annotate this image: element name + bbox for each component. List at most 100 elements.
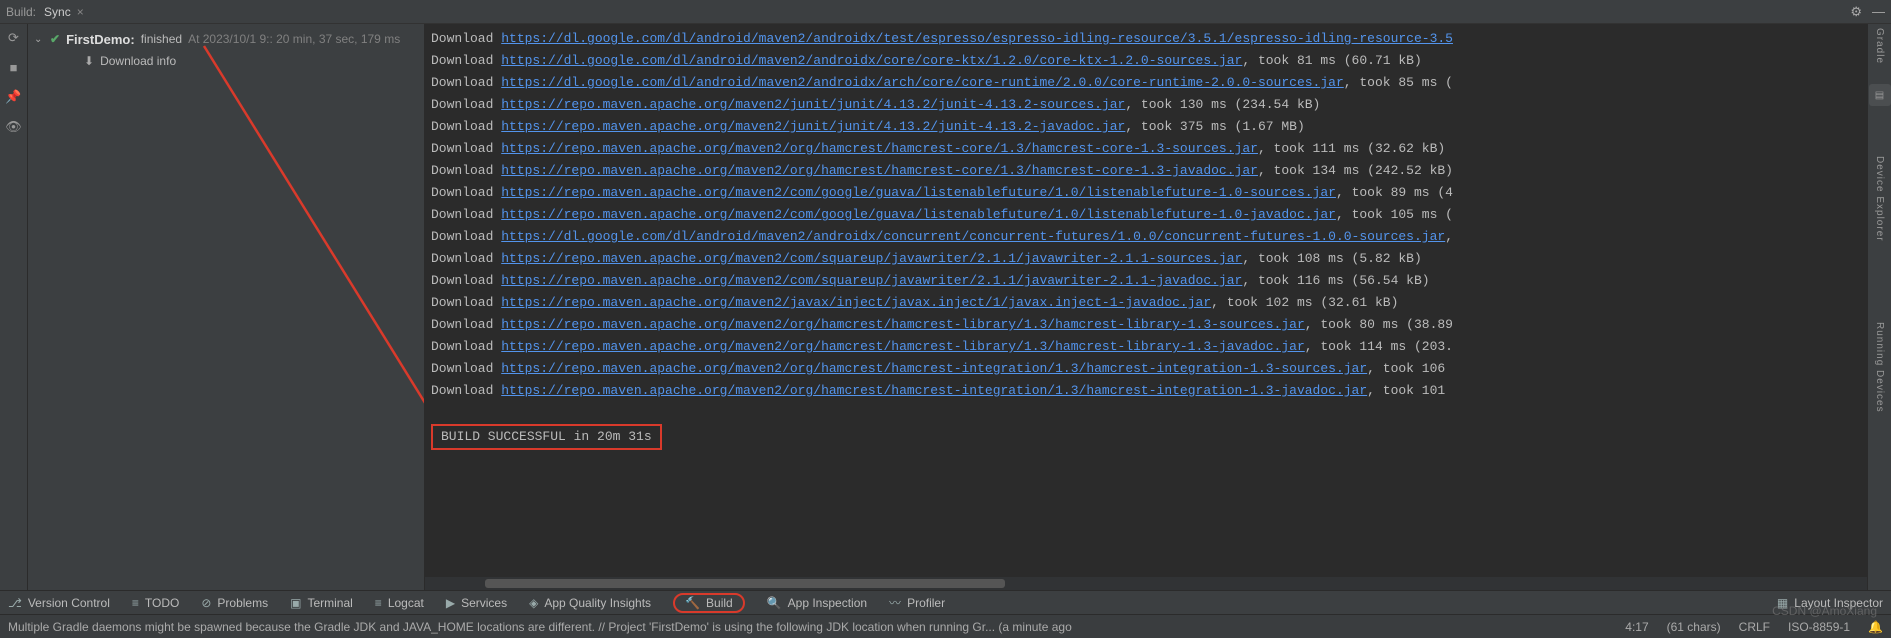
- profiler-tool[interactable]: 〰Profiler: [889, 594, 945, 611]
- close-icon[interactable]: ×: [77, 5, 84, 19]
- right-gutter-selected-icon[interactable]: ▤: [1869, 84, 1891, 106]
- status-bar: Multiple Gradle daemons might be spawned…: [0, 614, 1891, 638]
- logcat-tool[interactable]: ≡ Logcat: [375, 596, 424, 610]
- console-line: Download https://dl.google.com/dl/androi…: [431, 50, 1861, 72]
- services-label: Services: [461, 596, 507, 610]
- download-suffix: , took 134 ms (242.52 kB): [1258, 163, 1453, 178]
- download-suffix: , took 106: [1367, 361, 1445, 376]
- layout-inspector-tool[interactable]: ▦Layout Inspector: [1777, 596, 1883, 610]
- horizontal-scrollbar-track[interactable]: [425, 576, 1867, 590]
- device-explorer-button[interactable]: Device Explorer: [1874, 156, 1885, 242]
- console-line: Download https://repo.maven.apache.org/m…: [431, 160, 1861, 182]
- build-success-row: BUILD SUCCESSFUL in 20m 31s: [431, 424, 1861, 450]
- refresh-icon[interactable]: ⟳: [8, 30, 19, 46]
- annotation-arrow: [200, 42, 425, 452]
- logcat-icon: ≡: [375, 596, 382, 610]
- download-url-link[interactable]: https://repo.maven.apache.org/maven2/org…: [501, 317, 1305, 332]
- gradle-tool-window-button[interactable]: Gradle: [1874, 28, 1885, 64]
- console-line: Download https://repo.maven.apache.org/m…: [431, 116, 1861, 138]
- download-suffix: , took 130 ms (234.54 kB): [1125, 97, 1320, 112]
- download-url-link[interactable]: https://repo.maven.apache.org/maven2/org…: [501, 339, 1305, 354]
- download-prefix: Download: [431, 75, 501, 90]
- build-tree: ⌄ ✔ FirstDemo: finished At 2023/10/1 9::…: [28, 24, 425, 590]
- build-tool[interactable]: 🔨Build: [673, 593, 745, 613]
- notifications-icon[interactable]: 🔔: [1868, 620, 1883, 634]
- download-url-link[interactable]: https://repo.maven.apache.org/maven2/com…: [501, 207, 1336, 222]
- console-line: Download https://repo.maven.apache.org/m…: [431, 94, 1861, 116]
- download-prefix: Download: [431, 229, 501, 244]
- console-line: Download https://repo.maven.apache.org/m…: [431, 314, 1861, 336]
- inspect-icon: 🔍: [767, 596, 782, 610]
- check-icon: ✔: [50, 32, 60, 46]
- download-suffix: , took 102 ms (32.61 kB): [1211, 295, 1398, 310]
- console-line: Download https://repo.maven.apache.org/m…: [431, 292, 1861, 314]
- download-url-link[interactable]: https://repo.maven.apache.org/maven2/org…: [501, 163, 1258, 178]
- horizontal-scrollbar-thumb[interactable]: [485, 579, 1005, 588]
- caret-position[interactable]: 4:17: [1625, 620, 1648, 634]
- download-prefix: Download: [431, 207, 501, 222]
- terminal-tool[interactable]: ▣Terminal: [290, 596, 353, 610]
- download-url-link[interactable]: https://repo.maven.apache.org/maven2/com…: [501, 273, 1242, 288]
- download-url-link[interactable]: https://repo.maven.apache.org/maven2/org…: [501, 383, 1367, 398]
- download-url-link[interactable]: https://dl.google.com/dl/android/maven2/…: [501, 31, 1453, 46]
- download-suffix: , took 116 ms (56.54 kB): [1242, 273, 1429, 288]
- version-control-label: Version Control: [28, 596, 110, 610]
- download-suffix: , took 89 ms (4: [1336, 185, 1453, 200]
- line-ending[interactable]: CRLF: [1739, 620, 1770, 634]
- pin-icon[interactable]: 📌: [5, 89, 21, 105]
- selection-chars: (61 chars): [1667, 620, 1721, 634]
- bottom-tool-bar: ⎇ Version Control ≡ TODO ⊘ Problems ▣Termin…: [0, 590, 1891, 614]
- build-tool-label: Build: [706, 596, 733, 610]
- download-url-link[interactable]: https://repo.maven.apache.org/maven2/jun…: [501, 119, 1125, 134]
- download-url-link[interactable]: https://repo.maven.apache.org/maven2/jun…: [501, 97, 1125, 112]
- running-devices-button[interactable]: Running Devices: [1874, 322, 1885, 413]
- download-url-link[interactable]: https://dl.google.com/dl/android/maven2/…: [501, 229, 1445, 244]
- profiler-icon: 〰: [889, 594, 901, 611]
- build-output-console[interactable]: Download https://dl.google.com/dl/androi…: [425, 24, 1867, 576]
- download-prefix: Download: [431, 163, 501, 178]
- chevron-down-icon[interactable]: ⌄: [34, 34, 44, 45]
- app-quality-tool[interactable]: ◈App Quality Insights: [529, 596, 651, 610]
- sync-tab[interactable]: Sync ×: [44, 5, 84, 19]
- download-suffix: , took 375 ms (1.67 MB): [1125, 119, 1304, 134]
- main-area: ⟳ ■ 📌 👁 ⌄ ✔ FirstDemo: finished At 2023/…: [0, 24, 1891, 590]
- download-suffix: , took 108 ms (5.82 kB): [1242, 251, 1421, 266]
- download-prefix: Download: [431, 97, 501, 112]
- download-url-link[interactable]: https://repo.maven.apache.org/maven2/org…: [501, 141, 1258, 156]
- gear-icon[interactable]: ⚙: [1850, 4, 1862, 20]
- eye-icon[interactable]: 👁: [5, 119, 22, 135]
- todo-label: TODO: [145, 596, 179, 610]
- stop-icon[interactable]: ■: [10, 60, 18, 75]
- build-label: Build:: [6, 5, 36, 19]
- logcat-label: Logcat: [388, 596, 424, 610]
- project-root-row[interactable]: ⌄ ✔ FirstDemo: finished At 2023/10/1 9::…: [34, 28, 418, 50]
- download-url-link[interactable]: https://dl.google.com/dl/android/maven2/…: [501, 75, 1344, 90]
- console-line: Download https://repo.maven.apache.org/m…: [431, 182, 1861, 204]
- todo-tool[interactable]: ≡ TODO: [132, 596, 179, 610]
- list-icon: ≡: [132, 596, 139, 610]
- diamond-icon: ◈: [529, 596, 538, 610]
- branch-icon: ⎇: [8, 596, 22, 610]
- download-url-link[interactable]: https://repo.maven.apache.org/maven2/org…: [501, 361, 1367, 376]
- download-suffix: , took 85 ms (: [1344, 75, 1453, 90]
- warning-icon: ⊘: [201, 596, 211, 610]
- file-encoding[interactable]: ISO-8859-1: [1788, 620, 1850, 634]
- download-url-link[interactable]: https://repo.maven.apache.org/maven2/jav…: [501, 295, 1211, 310]
- problems-tool[interactable]: ⊘ Problems: [201, 596, 268, 610]
- download-url-link[interactable]: https://dl.google.com/dl/android/maven2/…: [501, 53, 1242, 68]
- status-message[interactable]: Multiple Gradle daemons might be spawned…: [8, 620, 1072, 634]
- problems-label: Problems: [217, 596, 268, 610]
- services-tool[interactable]: ▶Services: [446, 596, 507, 610]
- download-url-link[interactable]: https://repo.maven.apache.org/maven2/com…: [501, 251, 1242, 266]
- version-control-tool[interactable]: ⎇ Version Control: [8, 596, 110, 610]
- console-line: Download https://repo.maven.apache.org/m…: [431, 336, 1861, 358]
- download-info-row[interactable]: ⬇ Download info: [34, 50, 418, 72]
- download-prefix: Download: [431, 273, 501, 288]
- download-suffix: , took 80 ms (38.89: [1305, 317, 1453, 332]
- app-inspection-tool[interactable]: 🔍App Inspection: [767, 596, 867, 610]
- download-suffix: , took 105 ms (: [1336, 207, 1453, 222]
- download-prefix: Download: [431, 317, 501, 332]
- minimize-icon[interactable]: —: [1872, 4, 1885, 19]
- download-prefix: Download: [431, 119, 501, 134]
- download-url-link[interactable]: https://repo.maven.apache.org/maven2/com…: [501, 185, 1336, 200]
